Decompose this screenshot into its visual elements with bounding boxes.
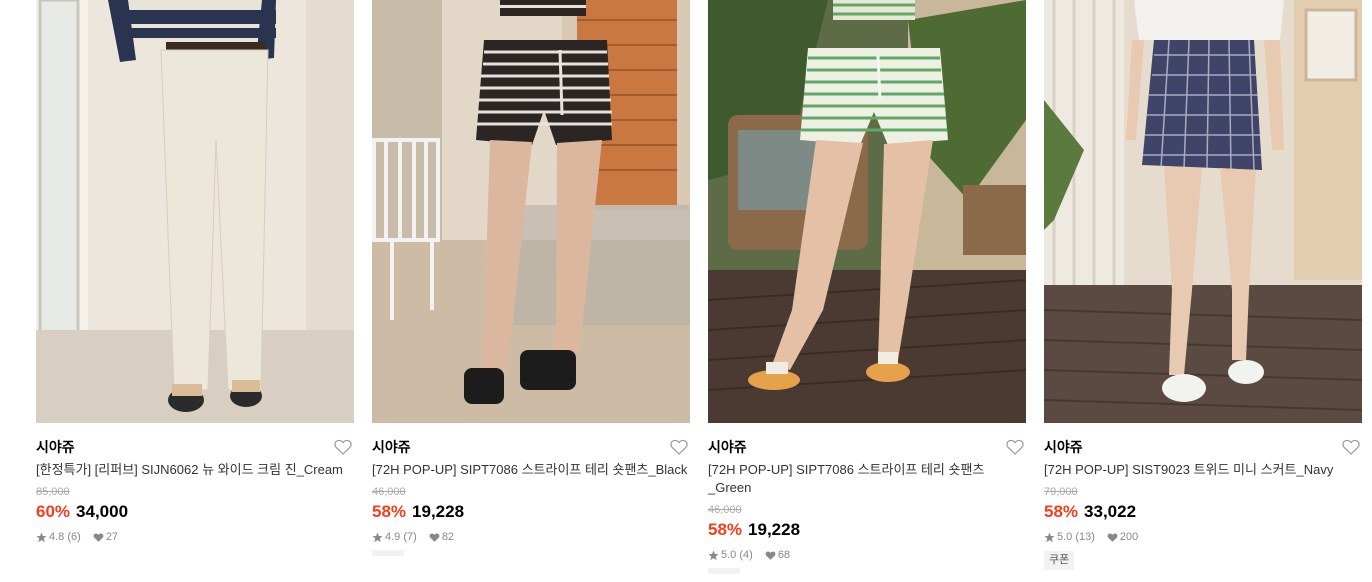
product-title[interactable]: [72H POP-UP] SIST9023 트위드 미니 스커트_Navy (1044, 461, 1362, 479)
price-row: 58% 33,022 (1044, 501, 1362, 523)
product-image[interactable] (708, 0, 1026, 423)
product-stats: 4.9 (7) 82 (372, 530, 690, 544)
product-card[interactable]: 시야쥬 [72H POP-UP] SIPT7086 스트라이프 테리 숏팬츠_B… (372, 0, 690, 556)
product-card[interactable]: 시야쥬 [72H POP-UP] SIPT7086 스트라이프 테리 숏팬츠_G… (708, 0, 1026, 574)
star-icon (708, 550, 719, 561)
like-count: 68 (777, 549, 791, 561)
discount-rate: 58% (372, 502, 407, 521)
product-title[interactable]: [한정특가] [리퍼브] SIJN6062 뉴 와이드 크림 진_Cream (36, 461, 354, 479)
heart-filled-icon (429, 532, 440, 543)
like-count: 27 (105, 531, 119, 543)
price-row: 60% 34,000 (36, 501, 354, 523)
rating-value: 5.0 (721, 549, 737, 561)
review-count: (4) (739, 549, 753, 561)
rating-value: 4.9 (385, 531, 401, 543)
brand-name[interactable]: 시야쥬 (1044, 437, 1362, 457)
review-count: (6) (67, 531, 81, 543)
product-stats: 4.8 (6) 27 (36, 530, 354, 544)
like-count: 82 (441, 531, 455, 543)
original-price: 46,000 (372, 486, 406, 498)
product-image[interactable] (1044, 0, 1362, 423)
brand-name[interactable]: 시야쥬 (36, 437, 354, 457)
product-grid: 시야쥬 [한정특가] [리퍼브] SIJN6062 뉴 와이드 크림 진_Cre… (0, 0, 1372, 582)
discount-rate: 58% (1044, 502, 1079, 521)
product-image[interactable] (372, 0, 690, 423)
badge-stub (708, 568, 740, 574)
sale-price: 19,228 (412, 502, 465, 521)
heart-outline-icon[interactable] (1342, 439, 1360, 455)
review-count: (13) (1075, 531, 1095, 543)
original-price: 46,000 (708, 504, 742, 516)
brand-name[interactable]: 시야쥬 (372, 437, 690, 457)
rating-value: 4.8 (49, 531, 65, 543)
product-image[interactable] (36, 0, 354, 423)
product-card[interactable]: 시야쥬 [한정특가] [리퍼브] SIJN6062 뉴 와이드 크림 진_Cre… (36, 0, 354, 544)
heart-outline-icon[interactable] (670, 439, 688, 455)
sale-price: 33,022 (1084, 502, 1137, 521)
rating-value: 5.0 (1057, 531, 1073, 543)
price-row: 58% 19,228 (372, 501, 690, 523)
original-price: 79,000 (1044, 486, 1078, 498)
star-icon (372, 532, 383, 543)
star-icon (36, 532, 47, 543)
review-count: (7) (403, 531, 417, 543)
badge-stub (372, 550, 404, 556)
product-stats: 5.0 (13) 200 (1044, 530, 1362, 544)
product-title[interactable]: [72H POP-UP] SIPT7086 스트라이프 테리 숏팬츠_Black (372, 461, 690, 479)
heart-filled-icon (1107, 532, 1118, 543)
price-row: 58% 19,228 (708, 519, 1026, 541)
product-info: 시야쥬 [72H POP-UP] SIPT7086 스트라이프 테리 숏팬츠_G… (708, 423, 1026, 574)
star-icon (1044, 532, 1055, 543)
product-card[interactable]: 시야쥬 [72H POP-UP] SIST9023 트위드 미니 스커트_Nav… (1044, 0, 1362, 570)
like-count: 200 (1119, 531, 1139, 543)
discount-rate: 58% (708, 520, 743, 539)
sale-price: 34,000 (76, 502, 129, 521)
product-info: 시야쥬 [한정특가] [리퍼브] SIJN6062 뉴 와이드 크림 진_Cre… (36, 423, 354, 544)
coupon-badge: 쿠폰 (1044, 551, 1075, 570)
brand-name[interactable]: 시야쥬 (708, 437, 1026, 457)
product-stats: 5.0 (4) 68 (708, 548, 1026, 562)
heart-outline-icon[interactable] (334, 439, 352, 455)
product-title[interactable]: [72H POP-UP] SIPT7086 스트라이프 테리 숏팬츠_Green (708, 461, 1026, 497)
discount-rate: 60% (36, 502, 71, 521)
product-info: 시야쥬 [72H POP-UP] SIST9023 트위드 미니 스커트_Nav… (1044, 423, 1362, 570)
heart-filled-icon (93, 532, 104, 543)
original-price: 85,000 (36, 486, 70, 498)
product-info: 시야쥬 [72H POP-UP] SIPT7086 스트라이프 테리 숏팬츠_B… (372, 423, 690, 556)
heart-filled-icon (765, 550, 776, 561)
sale-price: 19,228 (748, 520, 801, 539)
heart-outline-icon[interactable] (1006, 439, 1024, 455)
